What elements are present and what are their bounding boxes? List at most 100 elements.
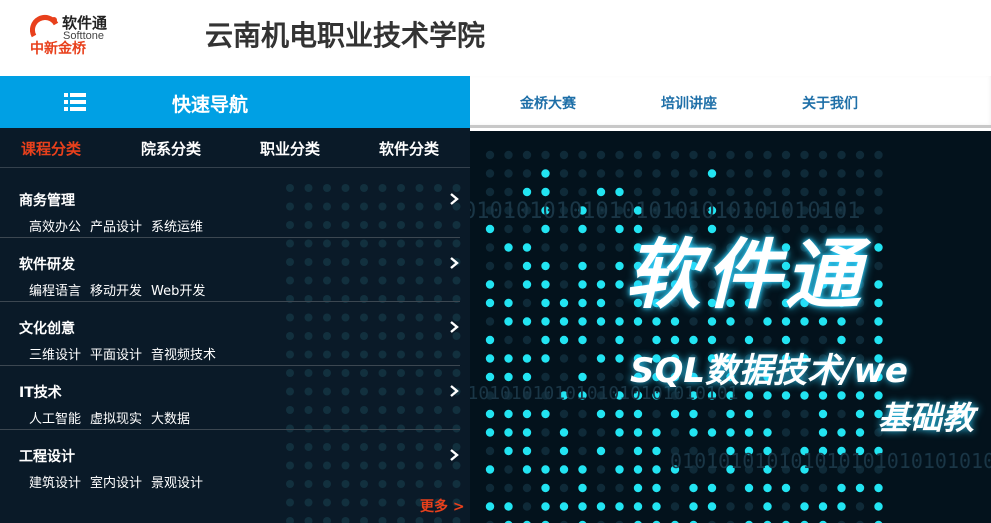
matrix-dot xyxy=(504,502,513,511)
nav-link-about[interactable]: 关于我们 xyxy=(802,93,858,113)
matrix-dot xyxy=(633,409,643,419)
matrix-dot xyxy=(670,409,680,419)
sub-item[interactable]: 编程语言 xyxy=(29,284,81,299)
sub-item[interactable]: 室内设计 xyxy=(90,476,142,491)
matrix-dot xyxy=(615,354,624,363)
matrix-dot xyxy=(874,298,883,308)
matrix-dot xyxy=(818,391,828,400)
sub-item[interactable]: 系统运维 xyxy=(151,220,203,235)
matrix-dot xyxy=(689,483,698,493)
matrix-dot xyxy=(615,280,624,289)
sub-item[interactable]: 高效办公 xyxy=(29,220,81,235)
matrix-dot xyxy=(596,298,606,308)
sub-item[interactable]: 建筑设计 xyxy=(29,476,81,491)
nav-link-competition[interactable]: 金桥大赛 xyxy=(520,93,576,113)
tab-course-category[interactable]: 课程分类 xyxy=(21,138,81,159)
tab-career-category[interactable]: 职业分类 xyxy=(260,138,320,159)
quick-nav-label: 快速导航 xyxy=(172,94,249,116)
matrix-dot xyxy=(578,483,587,493)
matrix-dot xyxy=(559,502,569,511)
main-navbar: 快速导航 金桥大赛 培训讲座 关于我们 xyxy=(0,76,991,128)
matrix-dot xyxy=(596,317,606,326)
matrix-dot xyxy=(504,483,513,493)
quick-nav-button[interactable]: 快速导航 xyxy=(0,76,470,128)
sub-item[interactable]: Web开发 xyxy=(151,284,205,299)
menu-group-it[interactable]: IT技术 人工智能 虚拟现实 大数据 xyxy=(0,366,460,430)
matrix-dot xyxy=(652,465,661,474)
matrix-dot xyxy=(837,391,846,400)
matrix-dot xyxy=(726,169,735,178)
site-title: 云南机电职业技术学院 xyxy=(205,19,486,52)
matrix-dot xyxy=(818,502,828,511)
matrix-dot xyxy=(744,409,754,419)
sub-item[interactable]: 移动开发 xyxy=(90,284,142,299)
matrix-dot xyxy=(541,187,550,197)
matrix-dot xyxy=(541,317,550,326)
matrix-dot xyxy=(689,409,698,419)
sub-item[interactable]: 景观设计 xyxy=(151,476,203,491)
sub-item[interactable]: 人工智能 xyxy=(29,412,81,427)
matrix-dot xyxy=(504,465,513,474)
matrix-dot xyxy=(522,428,532,437)
matrix-dot xyxy=(874,150,883,160)
site-header: 软件通 Softtone 中新金桥 云南机电职业技术学院 xyxy=(0,0,991,76)
matrix-dot xyxy=(559,280,569,289)
sub-item[interactable]: 平面设计 xyxy=(90,348,142,363)
matrix-dot xyxy=(670,428,680,437)
sub-item[interactable]: 音视频技术 xyxy=(151,348,216,363)
matrix-dot xyxy=(485,280,495,289)
matrix-dot xyxy=(578,169,587,178)
matrix-dot xyxy=(615,446,624,456)
matrix-dot xyxy=(522,354,532,363)
matrix-dot xyxy=(652,150,661,160)
nav-link-training[interactable]: 培训讲座 xyxy=(661,93,717,113)
matrix-dot xyxy=(818,150,828,160)
matrix-dot xyxy=(874,243,883,252)
matrix-dot xyxy=(504,261,513,271)
tab-software-category[interactable]: 软件分类 xyxy=(379,138,439,159)
matrix-dot xyxy=(559,150,569,160)
matrix-dot xyxy=(596,502,606,511)
matrix-dot xyxy=(578,446,587,456)
matrix-dot xyxy=(689,187,698,197)
matrix-dot xyxy=(615,317,624,326)
matrix-dot xyxy=(689,150,698,160)
sub-item[interactable]: 三维设计 xyxy=(29,348,81,363)
hero-banner[interactable]: 0101010101010101010101010101010101 01010… xyxy=(470,131,991,523)
group-title: 工程设计 xyxy=(19,449,75,465)
matrix-dot xyxy=(615,372,624,382)
category-tabs: 课程分类 院系分类 职业分类 软件分类 xyxy=(0,128,470,168)
matrix-dot xyxy=(596,150,606,160)
menu-group-creative[interactable]: 文化创意 三维设计 平面设计 音视频技术 xyxy=(0,302,460,366)
matrix-dot xyxy=(522,261,532,271)
matrix-dot xyxy=(800,409,809,419)
sub-item[interactable]: 虚拟现实 xyxy=(90,412,142,427)
matrix-dot xyxy=(559,409,569,419)
matrix-dot xyxy=(504,243,513,252)
matrix-dot xyxy=(578,502,587,511)
matrix-dot xyxy=(541,335,550,345)
sub-item[interactable]: 产品设计 xyxy=(90,220,142,235)
menu-group-software-dev[interactable]: 软件研发 编程语言 移动开发 Web开发 xyxy=(0,238,460,302)
menu-group-engineering[interactable]: 工程设计 建筑设计 室内设计 景观设计 xyxy=(0,430,460,494)
matrix-dot xyxy=(596,465,606,474)
matrix-dot xyxy=(504,372,513,382)
sub-item[interactable]: 大数据 xyxy=(151,412,190,427)
site-logo[interactable]: 软件通 Softtone 中新金桥 xyxy=(30,12,130,57)
matrix-dot xyxy=(763,391,772,400)
menu-group-business[interactable]: 商务管理 高效办公 产品设计 系统运维 xyxy=(0,174,460,238)
panel-matrix-dot xyxy=(304,498,313,507)
matrix-dot xyxy=(615,187,624,197)
matrix-dot xyxy=(763,502,772,511)
matrix-dot xyxy=(578,224,587,234)
matrix-dot xyxy=(504,169,513,178)
panel-matrix-dot xyxy=(415,517,424,523)
matrix-dot xyxy=(763,187,772,197)
matrix-dot xyxy=(541,483,550,493)
matrix-dot xyxy=(578,298,587,308)
more-link[interactable]: 更多 > xyxy=(420,496,465,516)
tab-department-category[interactable]: 院系分类 xyxy=(141,138,201,159)
panel-matrix-dot xyxy=(341,517,350,523)
matrix-dot xyxy=(485,354,495,363)
matrix-dot xyxy=(485,446,495,456)
